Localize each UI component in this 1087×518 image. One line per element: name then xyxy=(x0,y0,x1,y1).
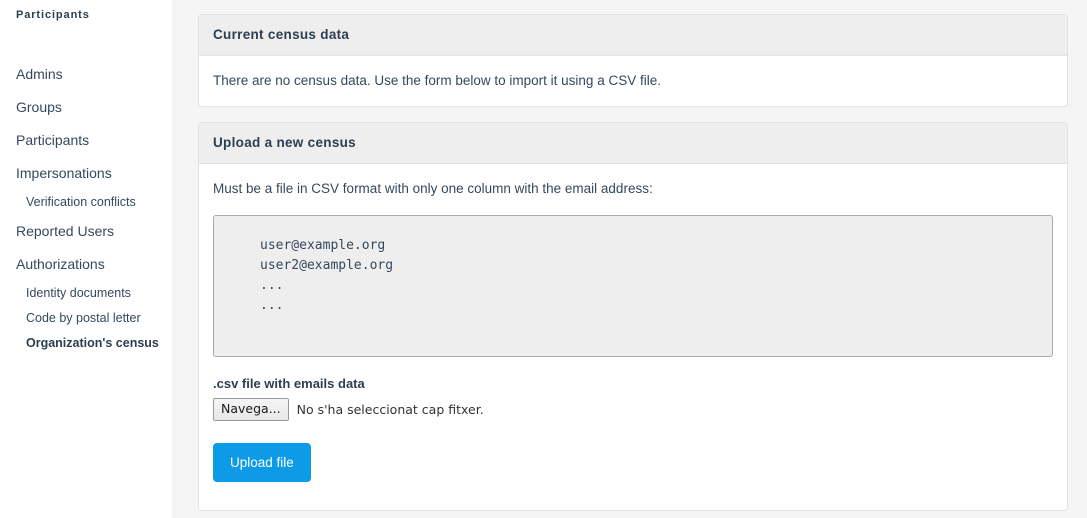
current-census-panel-body: There are no census data. Use the form b… xyxy=(199,56,1067,106)
sidebar-item-groups[interactable]: Groups xyxy=(0,91,172,124)
sidebar-item-code-by-postal-letter[interactable]: Code by postal letter xyxy=(0,306,172,331)
main-content: Current census data There are no census … xyxy=(172,0,1087,518)
current-census-empty-message: There are no census data. Use the form b… xyxy=(213,73,661,88)
sidebar-item-organizations-census[interactable]: Organization's census xyxy=(0,331,172,356)
upload-instructions: Must be a file in CSV format with only o… xyxy=(213,181,653,196)
sidebar-item-identity-documents[interactable]: Identity documents xyxy=(0,281,172,306)
csv-format-example: user@example.org user2@example.org ... .… xyxy=(213,215,1053,357)
upload-census-form: .csv file with emails data Navega... No … xyxy=(213,375,1053,482)
sidebar-item-impersonations[interactable]: Impersonations xyxy=(0,157,172,190)
current-census-panel-heading: Current census data xyxy=(199,15,1067,56)
current-census-panel: Current census data There are no census … xyxy=(198,14,1068,107)
sidebar-nav: Admins Groups Participants Impersonation… xyxy=(0,58,172,356)
browse-file-button[interactable]: Navega... xyxy=(213,398,289,421)
csv-file-label: .csv file with emails data xyxy=(213,376,365,391)
upload-census-panel-body: Must be a file in CSV format with only o… xyxy=(199,164,1067,510)
sidebar-item-reported-users[interactable]: Reported Users xyxy=(0,215,172,248)
sidebar-item-verification-conflicts[interactable]: Verification conflicts xyxy=(0,190,172,215)
upload-census-panel-heading: Upload a new census xyxy=(199,123,1067,164)
csv-file-input[interactable]: Navega... No s'ha seleccionat cap fitxer… xyxy=(213,398,1053,421)
sidebar-item-authorizations[interactable]: Authorizations xyxy=(0,248,172,281)
sidebar: Participants Admins Groups Participants … xyxy=(0,0,172,518)
app-root: Participants Admins Groups Participants … xyxy=(0,0,1087,518)
sidebar-item-participants[interactable]: Participants xyxy=(0,124,172,157)
selected-file-status: No s'ha seleccionat cap fitxer. xyxy=(296,401,484,417)
upload-file-button[interactable]: Upload file xyxy=(213,443,311,482)
sidebar-item-admins[interactable]: Admins xyxy=(0,58,172,91)
upload-census-panel: Upload a new census Must be a file in CS… xyxy=(198,122,1068,511)
sidebar-title: Participants xyxy=(16,9,90,21)
